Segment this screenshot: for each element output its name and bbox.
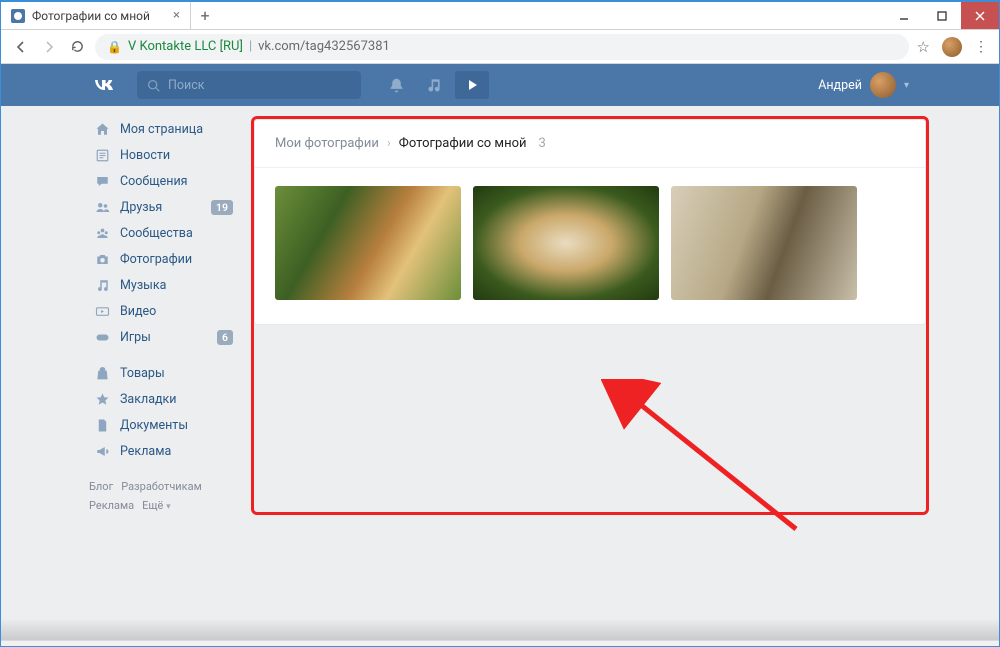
annotated-highlight: Мои фотографии › Фотографии со мной 3: [251, 116, 929, 515]
search-input[interactable]: Поиск: [137, 71, 361, 99]
friends-badge: 19: [211, 200, 233, 215]
sidebar-item-documents[interactable]: Документы: [89, 412, 237, 438]
video-icon: [93, 302, 111, 320]
sidebar-item-communities[interactable]: Сообщества: [89, 220, 237, 246]
document-icon: [93, 416, 111, 434]
breadcrumb-root[interactable]: Мои фотографии: [275, 136, 379, 151]
vk-header: Поиск Андрей ▾: [1, 64, 999, 106]
sidebar-item-games[interactable]: Игры6: [89, 324, 237, 350]
bag-icon: [93, 364, 111, 382]
music-note-icon: [93, 276, 111, 294]
sidebar-item-bookmarks[interactable]: Закладки: [89, 386, 237, 412]
address-url: vk.com/tag432567381: [258, 39, 390, 54]
chevron-right-icon: ›: [387, 136, 391, 151]
games-icon: [93, 328, 111, 346]
profile-avatar-icon[interactable]: [942, 37, 962, 57]
address-bar[interactable]: 🔒 V Kontakte LLC [RU] | vk.com/tag432567…: [95, 34, 909, 60]
search-icon: [147, 79, 160, 92]
sidebar: Моя страница Новости Сообщения Друзья19 …: [89, 116, 237, 515]
camera-icon: [93, 250, 111, 268]
footer-blog-link[interactable]: Блог: [89, 480, 113, 493]
vk-favicon: [11, 9, 25, 23]
lock-icon: 🔒: [107, 40, 122, 54]
breadcrumb: Мои фотографии › Фотографии со мной 3: [255, 120, 925, 168]
photo-grid: [255, 168, 925, 324]
nav-reload-button[interactable]: [67, 37, 87, 57]
communities-icon: [93, 224, 111, 242]
vk-logo-icon[interactable]: [89, 71, 117, 99]
sidebar-item-friends[interactable]: Друзья19: [89, 194, 237, 220]
messages-icon: [93, 172, 111, 190]
play-icon[interactable]: [455, 71, 489, 99]
breadcrumb-current: Фотографии со мной: [399, 136, 527, 151]
avatar-icon: [870, 72, 896, 98]
shadow-decoration: [1, 618, 999, 640]
username: Андрей: [818, 78, 862, 93]
browser-window: Фотографии со мной × + 🔒 V Kontakte LLC …: [0, 0, 1000, 647]
sidebar-item-ads[interactable]: Реклама: [89, 438, 237, 464]
new-tab-button[interactable]: +: [191, 2, 219, 29]
star-icon: [93, 390, 111, 408]
sidebar-item-my-page[interactable]: Моя страница: [89, 116, 237, 142]
search-placeholder: Поиск: [168, 78, 205, 93]
nav-forward-button[interactable]: [39, 37, 59, 57]
footer-ads-link[interactable]: Реклама: [89, 499, 134, 512]
sidebar-item-video[interactable]: Видео: [89, 298, 237, 324]
breadcrumb-count: 3: [534, 136, 545, 151]
music-icon[interactable]: [417, 71, 451, 99]
home-icon: [93, 120, 111, 138]
sidebar-item-news[interactable]: Новости: [89, 142, 237, 168]
sidebar-item-market[interactable]: Товары: [89, 360, 237, 386]
browser-toolbar: 🔒 V Kontakte LLC [RU] | vk.com/tag432567…: [1, 30, 999, 64]
browser-tab[interactable]: Фотографии со мной ×: [1, 2, 191, 29]
games-badge: 6: [217, 330, 233, 345]
sidebar-item-messages[interactable]: Сообщения: [89, 168, 237, 194]
sidebar-item-music[interactable]: Музыка: [89, 272, 237, 298]
user-menu[interactable]: Андрей ▾: [818, 72, 909, 98]
chevron-down-icon: ▾: [166, 502, 171, 512]
sidebar-footer: Блог Разработчикам Реклама Ещё ▾: [89, 478, 237, 515]
tab-title: Фотографии со мной: [32, 9, 150, 23]
close-tab-button[interactable]: ×: [173, 8, 180, 23]
window-statusbar: [1, 640, 999, 646]
photo-thumbnail[interactable]: [473, 186, 659, 300]
browser-titlebar: Фотографии со мной × +: [1, 2, 999, 30]
page-content: Поиск Андрей ▾ Моя страница Новости Сооб…: [1, 64, 999, 646]
window-close-button[interactable]: [961, 2, 999, 29]
browser-menu-button[interactable]: ⋮: [974, 39, 989, 55]
notifications-icon[interactable]: [379, 71, 413, 99]
footer-dev-link[interactable]: Разработчикам: [121, 480, 202, 493]
bookmark-star-icon[interactable]: ☆: [917, 38, 930, 56]
sidebar-item-photos[interactable]: Фотографии: [89, 246, 237, 272]
chevron-down-icon: ▾: [904, 80, 909, 91]
address-separator: |: [249, 39, 252, 54]
photos-panel: Мои фотографии › Фотографии со мной 3: [254, 119, 926, 325]
nav-back-button[interactable]: [11, 37, 31, 57]
news-icon: [93, 146, 111, 164]
window-maximize-button[interactable]: [923, 2, 961, 29]
window-controls: [885, 2, 999, 29]
window-minimize-button[interactable]: [885, 2, 923, 29]
photo-thumbnail[interactable]: [275, 186, 461, 300]
megaphone-icon: [93, 442, 111, 460]
photo-thumbnail[interactable]: [671, 186, 857, 300]
friends-icon: [93, 198, 111, 216]
address-org: V Kontakte LLC [RU]: [128, 39, 243, 54]
footer-more-link[interactable]: Ещё ▾: [142, 499, 171, 512]
